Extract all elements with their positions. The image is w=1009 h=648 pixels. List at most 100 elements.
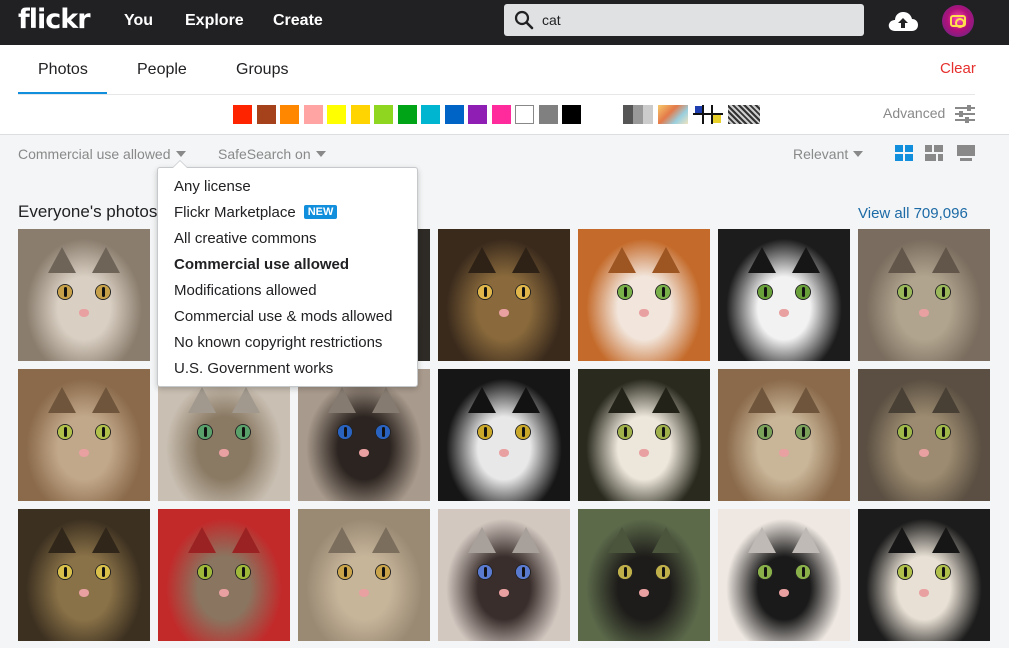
menu-item-label: Commercial use allowed xyxy=(174,256,350,273)
detail-view-icon[interactable] xyxy=(957,145,975,161)
menu-item-label: Any license xyxy=(174,178,251,195)
cat-ear xyxy=(792,527,820,553)
sliders-icon[interactable] xyxy=(954,104,976,124)
color-swatch[interactable] xyxy=(350,105,370,124)
grid-view-icon[interactable] xyxy=(895,145,913,161)
photo-thumbnail[interactable] xyxy=(18,229,150,361)
photo-thumbnail[interactable] xyxy=(438,369,570,501)
license-filter-label: Commercial use allowed xyxy=(18,146,171,162)
cat-eye xyxy=(796,565,810,579)
upload-cloud-icon[interactable] xyxy=(887,9,919,33)
color-swatch[interactable] xyxy=(491,105,511,124)
photo-thumbnail[interactable] xyxy=(298,369,430,501)
color-swatch[interactable] xyxy=(233,105,252,124)
nav-explore[interactable]: Explore xyxy=(185,12,244,30)
cat-nose xyxy=(79,309,89,317)
menu-item-no-known-copyright[interactable]: No known copyright restrictions xyxy=(174,334,382,351)
user-avatar[interactable] xyxy=(942,5,974,37)
safesearch-dropdown[interactable]: SafeSearch on xyxy=(218,146,326,162)
search-input[interactable] xyxy=(542,10,852,30)
photo-thumbnail[interactable] xyxy=(578,509,710,641)
cat-nose xyxy=(359,589,369,597)
cat-ear xyxy=(652,247,680,273)
color-swatch[interactable] xyxy=(421,105,440,124)
sort-dropdown[interactable]: Relevant xyxy=(793,146,864,162)
menu-item-modifications-allowed[interactable]: Modifications allowed xyxy=(174,282,317,299)
menu-item-any-license[interactable]: Any license xyxy=(174,178,251,195)
cat-eye xyxy=(58,425,72,439)
menu-item-all-creative-commons[interactable]: All creative commons xyxy=(174,230,317,247)
photo-thumbnail[interactable] xyxy=(578,369,710,501)
menu-item-label: Flickr Marketplace xyxy=(174,204,296,221)
cat-ear xyxy=(932,387,960,413)
cat-eye xyxy=(936,285,950,299)
color-swatch[interactable] xyxy=(280,105,299,124)
cat-ear xyxy=(48,527,76,553)
cat-eye xyxy=(516,565,530,579)
patterns-filter[interactable] xyxy=(728,105,760,124)
color-swatch[interactable] xyxy=(444,105,464,124)
menu-item-us-government-works[interactable]: U.S. Government works xyxy=(174,360,333,377)
license-filter-dropdown[interactable]: Commercial use allowed xyxy=(18,146,186,162)
photo-thumbnail[interactable] xyxy=(158,369,290,501)
cat-eye xyxy=(198,565,212,579)
cat-eye xyxy=(618,565,632,579)
advanced-button[interactable]: Advanced xyxy=(883,105,945,121)
cat-nose xyxy=(499,589,509,597)
photo-thumbnail[interactable] xyxy=(18,509,150,641)
menu-item-commercial-use[interactable]: Commercial use allowed xyxy=(174,256,349,273)
menu-item-commercial-and-mods[interactable]: Commercial use & mods allowed xyxy=(174,308,392,325)
search-box[interactable] xyxy=(504,4,864,36)
license-menu: Any license Flickr Marketplace NEW All cr… xyxy=(157,160,418,387)
photo-thumbnail[interactable] xyxy=(718,509,850,641)
photo-thumbnail[interactable] xyxy=(438,229,570,361)
nav-create[interactable]: Create xyxy=(273,12,323,30)
photo-thumbnail[interactable] xyxy=(718,369,850,501)
nav-you[interactable]: You xyxy=(124,12,153,30)
tab-people[interactable]: People xyxy=(137,61,187,95)
cat-ear xyxy=(608,387,636,413)
color-swatch[interactable] xyxy=(468,105,487,124)
cat-nose xyxy=(219,449,229,457)
photo-thumbnail[interactable] xyxy=(858,229,990,361)
cat-ear xyxy=(792,387,820,413)
cat-ear xyxy=(888,247,916,273)
cat-ear xyxy=(92,247,120,273)
tab-groups[interactable]: Groups xyxy=(236,61,288,95)
cat-ear xyxy=(888,527,916,553)
black-and-white-filter[interactable] xyxy=(623,105,653,124)
photo-thumbnail[interactable] xyxy=(298,509,430,641)
color-swatch[interactable] xyxy=(374,105,393,124)
cat-ear xyxy=(48,247,76,273)
cat-eye xyxy=(936,565,950,579)
chevron-down-icon xyxy=(175,151,186,157)
cat-nose xyxy=(779,589,789,597)
flickr-logo[interactable]: flickr xyxy=(18,4,91,35)
cat-nose xyxy=(79,589,89,597)
photo-thumbnail[interactable] xyxy=(858,369,990,501)
photo-thumbnail[interactable] xyxy=(18,369,150,501)
photo-thumbnail[interactable] xyxy=(438,509,570,641)
color-swatch[interactable] xyxy=(256,105,276,124)
color-swatch[interactable] xyxy=(327,105,346,124)
search-icon[interactable] xyxy=(514,10,534,30)
color-swatch[interactable] xyxy=(303,105,323,124)
tab-photos[interactable]: Photos xyxy=(18,61,107,95)
photo-thumbnail[interactable] xyxy=(718,229,850,361)
photo-thumbnail[interactable] xyxy=(858,509,990,641)
color-swatch[interactable] xyxy=(515,105,534,124)
color-swatch[interactable] xyxy=(538,105,558,124)
color-swatch[interactable] xyxy=(397,105,417,124)
cat-eye xyxy=(516,425,530,439)
photo-thumbnail[interactable] xyxy=(578,229,710,361)
shallow-depth-filter[interactable] xyxy=(658,105,688,124)
photo-thumbnail[interactable] xyxy=(158,509,290,641)
clear-button[interactable]: Clear xyxy=(940,60,976,77)
justified-view-icon[interactable] xyxy=(925,145,943,161)
cat-ear xyxy=(748,527,776,553)
color-swatch[interactable] xyxy=(562,105,581,124)
cat-eye xyxy=(478,425,492,439)
menu-item-flickr-marketplace[interactable]: Flickr Marketplace NEW xyxy=(174,204,338,221)
view-all-link[interactable]: View all 709,096 xyxy=(858,205,968,222)
minimalist-filter[interactable] xyxy=(693,105,723,124)
